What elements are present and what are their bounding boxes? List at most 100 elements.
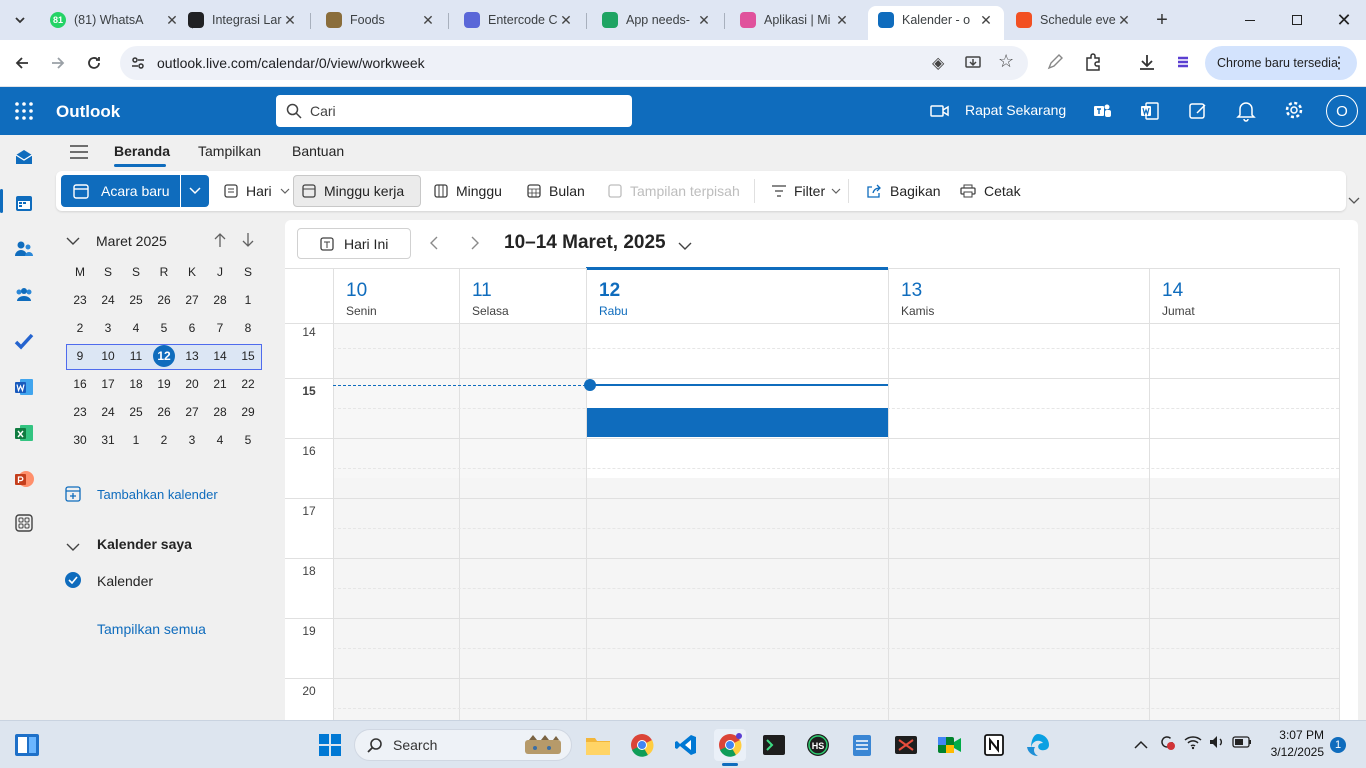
mini-calendar-day[interactable]: 23 xyxy=(66,289,94,311)
week-view-button[interactable]: Minggu xyxy=(426,175,510,207)
forward-icon[interactable] xyxy=(44,49,72,77)
excel-app-icon[interactable] xyxy=(12,421,36,445)
share-button[interactable]: Bagikan xyxy=(858,175,949,207)
taskbar-search[interactable]: Search xyxy=(354,729,572,761)
mini-calendar-day[interactable]: 17 xyxy=(94,373,122,395)
mini-calendar-day[interactable]: 24 xyxy=(94,289,122,311)
clock-time[interactable]: 3:07 PM xyxy=(1258,728,1324,742)
edge-icon[interactable] xyxy=(1022,729,1054,761)
show-all-link[interactable]: Tampilkan semua xyxy=(97,621,206,637)
reload-icon[interactable] xyxy=(80,49,108,77)
file-explorer-icon[interactable] xyxy=(582,729,614,761)
kebab-menu-icon[interactable]: ⋮ xyxy=(1331,53,1347,73)
mini-calendar-day[interactable]: 10 xyxy=(94,345,122,367)
meet-icon[interactable] xyxy=(934,729,966,761)
video-call-icon[interactable] xyxy=(930,102,950,123)
mini-calendar-day[interactable]: 28 xyxy=(206,401,234,423)
address-bar[interactable]: outlook.live.com/calendar/0/view/workwee… xyxy=(120,46,1028,80)
app-name[interactable]: Outlook xyxy=(56,102,120,122)
browser-tab[interactable]: 81 (81) WhatsA ✕ xyxy=(40,6,190,34)
hs-app-icon[interactable]: HS xyxy=(802,729,834,761)
add-calendar-icon[interactable] xyxy=(65,486,81,505)
arrow-up-icon[interactable] xyxy=(213,232,227,251)
terminal-icon[interactable] xyxy=(758,729,790,761)
mini-calendar-day[interactable]: 4 xyxy=(122,317,150,339)
bell-icon[interactable] xyxy=(1236,100,1256,125)
hamburger-menu-icon[interactable] xyxy=(70,144,88,163)
checkmark-icon[interactable] xyxy=(65,572,81,588)
app-launcher-icon[interactable] xyxy=(14,101,34,121)
widgets-icon[interactable] xyxy=(14,733,40,760)
mini-calendar-day[interactable]: 27 xyxy=(178,289,206,311)
mini-calendar-day[interactable]: 2 xyxy=(150,429,178,451)
tab-close-icon[interactable]: ✕ xyxy=(1116,12,1132,29)
snipping-tool-icon[interactable] xyxy=(890,729,922,761)
mini-calendar-today[interactable]: 12 xyxy=(153,345,175,367)
meet-now-button[interactable]: Rapat Sekarang xyxy=(965,102,1066,118)
month-view-button[interactable]: Bulan xyxy=(519,175,593,207)
mini-calendar-day[interactable]: 18 xyxy=(122,373,150,395)
day-header[interactable]: 11 Selasa xyxy=(459,268,586,323)
collapse-chevron-icon[interactable] xyxy=(66,234,80,249)
browser-tab[interactable]: Kalender - o ✕ xyxy=(868,6,1004,40)
mini-calendar-day[interactable]: 4 xyxy=(206,429,234,451)
mini-calendar-day[interactable]: 25 xyxy=(122,289,150,311)
new-event-button[interactable]: Acara baru xyxy=(61,175,180,207)
teams-icon[interactable] xyxy=(1092,101,1112,124)
chrome-icon[interactable] xyxy=(626,729,658,761)
mini-calendar-day[interactable]: 5 xyxy=(234,429,262,451)
profile-extension-icon[interactable] xyxy=(1174,53,1192,74)
print-button[interactable]: Cetak xyxy=(952,175,1029,207)
chevron-up-icon[interactable] xyxy=(1134,737,1148,752)
back-icon[interactable] xyxy=(8,49,36,77)
mini-calendar-day[interactable]: 22 xyxy=(234,373,262,395)
tab-close-icon[interactable]: ✕ xyxy=(558,12,574,29)
mini-calendar-day[interactable]: 14 xyxy=(206,345,234,367)
my-calendars-chevron-icon[interactable] xyxy=(66,540,80,555)
browser-tab[interactable]: Entercode Cl ✕ xyxy=(454,6,584,34)
tab-bantuan[interactable]: Bantuan xyxy=(292,143,344,159)
sync-error-icon[interactable] xyxy=(1158,733,1176,754)
work-week-view-button[interactable]: Minggu kerja xyxy=(293,175,421,207)
mini-calendar-day[interactable]: 3 xyxy=(178,429,206,451)
volume-icon[interactable] xyxy=(1208,734,1226,753)
notion-icon[interactable] xyxy=(978,729,1010,761)
mini-calendar-day[interactable]: 6 xyxy=(178,317,206,339)
mini-calendar-day[interactable]: 9 xyxy=(66,345,94,367)
site-info-icon[interactable] xyxy=(130,55,146,74)
install-app-icon[interactable] xyxy=(964,54,982,75)
mini-calendar-day[interactable]: 20 xyxy=(178,373,206,395)
filter-button[interactable]: Filter xyxy=(764,175,849,207)
browser-tab[interactable]: Integrasi Lar ✕ xyxy=(178,6,308,34)
browser-tab[interactable]: Foods ✕ xyxy=(316,6,446,34)
ribbon-expand-icon[interactable] xyxy=(1348,193,1360,208)
downloads-icon[interactable] xyxy=(1137,52,1157,75)
lens-icon[interactable]: ◈ xyxy=(932,53,944,73)
tab-search-icon[interactable] xyxy=(6,6,34,34)
day-header[interactable]: 14 Jumat xyxy=(1149,268,1339,323)
tab-close-icon[interactable]: ✕ xyxy=(978,12,994,29)
mini-calendar-day[interactable]: 13 xyxy=(178,345,206,367)
tab-close-icon[interactable]: ✕ xyxy=(834,12,850,29)
tab-close-icon[interactable]: ✕ xyxy=(282,12,298,29)
day-header[interactable]: 12 Rabu xyxy=(586,268,888,323)
more-apps-icon[interactable] xyxy=(12,511,36,535)
mini-calendar-day[interactable]: 28 xyxy=(206,289,234,311)
mini-calendar-day[interactable]: 16 xyxy=(66,373,94,395)
mini-calendar-day[interactable]: 15 xyxy=(234,345,262,367)
word-app-icon[interactable] xyxy=(12,375,36,399)
work-week-grid[interactable]: 10 Senin 11 Selasa 12 Rabu 13 Kamis 14 Jumat 14 15 1… xyxy=(285,220,1358,720)
mini-calendar-day[interactable]: 21 xyxy=(206,373,234,395)
mini-calendar-day[interactable]: 31 xyxy=(94,429,122,451)
calendar-item-label[interactable]: Kalender xyxy=(97,573,153,589)
mini-calendar-day[interactable]: 26 xyxy=(150,401,178,423)
mini-calendar-day[interactable]: 24 xyxy=(94,401,122,423)
mini-calendar-day[interactable]: 1 xyxy=(234,289,262,311)
mini-calendar-day[interactable]: 7 xyxy=(206,317,234,339)
split-view-button[interactable]: Tampilan terpisah xyxy=(600,175,748,207)
mini-calendar-day[interactable]: 27 xyxy=(178,401,206,423)
mini-calendar-day[interactable]: 25 xyxy=(122,401,150,423)
battery-icon[interactable] xyxy=(1232,736,1252,751)
day-header[interactable]: 10 Senin xyxy=(333,268,459,323)
browser-tab[interactable]: Aplikasi | Mi ✕ xyxy=(730,6,860,34)
